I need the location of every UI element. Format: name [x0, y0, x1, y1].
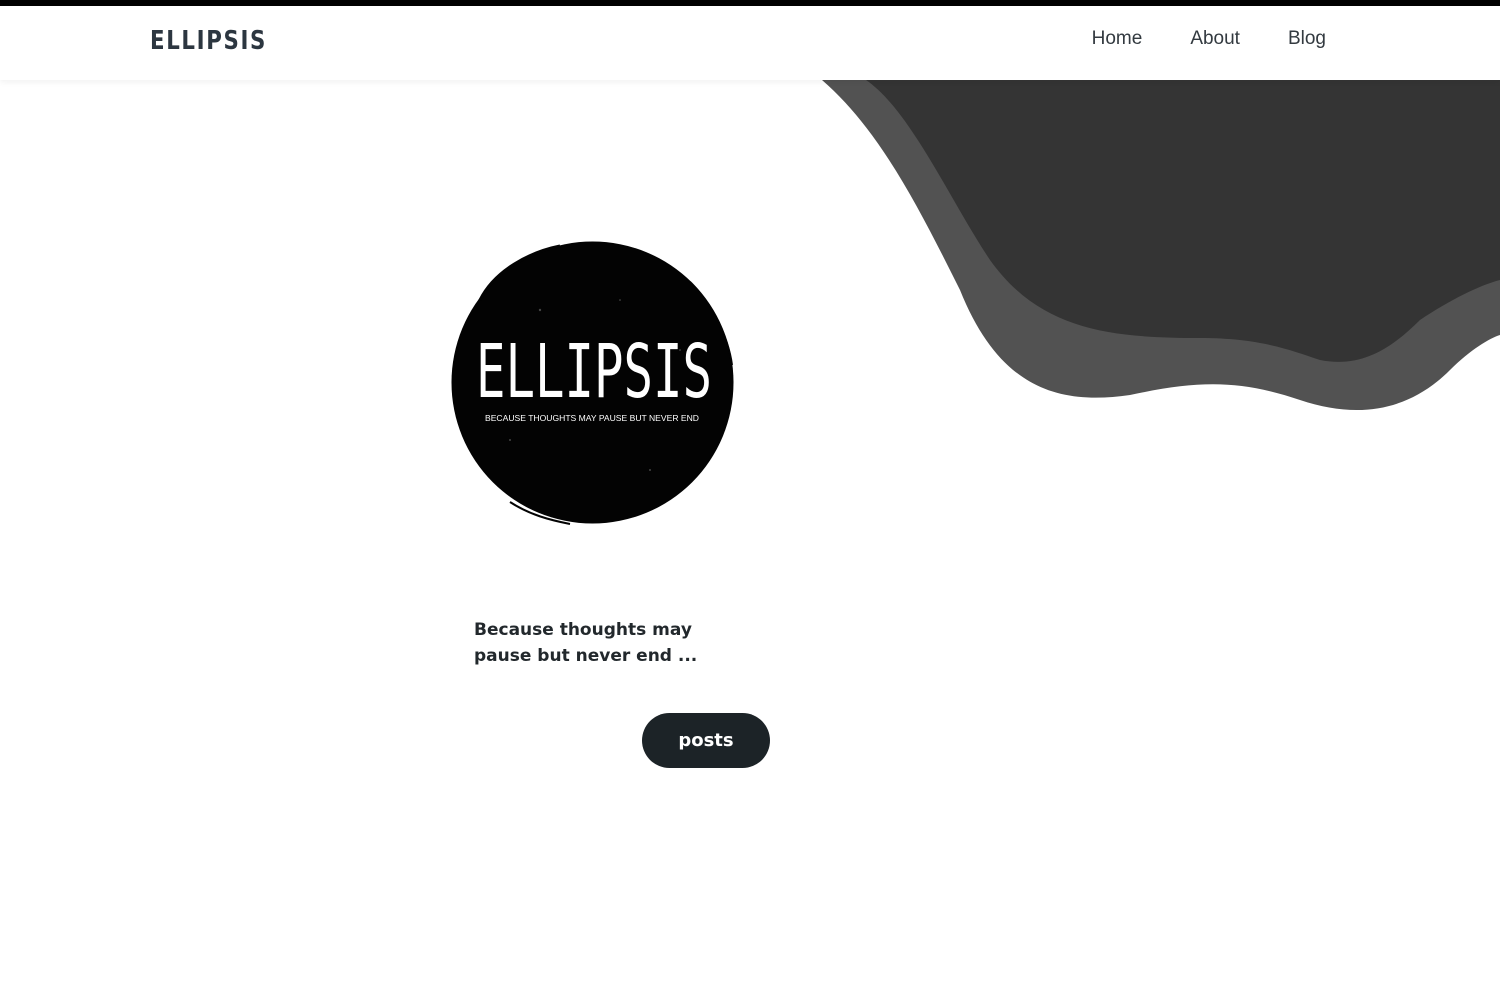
hero-tagline: Because thoughts may pause but never end… — [474, 620, 698, 666]
logo-subtitle: BECAUSE THOUGHTS MAY PAUSE BUT NEVER END — [485, 413, 699, 423]
posts-button[interactable]: posts — [642, 713, 770, 768]
wave-back-layer — [822, 80, 1500, 410]
brand-logo-link[interactable]: ELLIPSIS — [150, 26, 267, 56]
decorative-wave-shape — [822, 80, 1500, 410]
logo-title: ELLIPSIS — [476, 329, 712, 415]
wave-front-layer — [866, 80, 1500, 362]
main-nav: Home About Blog — [1092, 28, 1326, 50]
site-header: ELLIPSIS Home About Blog — [0, 6, 1500, 80]
nav-home-link[interactable]: Home — [1092, 28, 1143, 50]
nav-about-link[interactable]: About — [1190, 28, 1240, 50]
nav-blog-link[interactable]: Blog — [1288, 28, 1326, 50]
ellipsis-logo: ELLIPSIS BECAUSE THOUGHTS MAY PAUSE BUT … — [450, 240, 735, 525]
